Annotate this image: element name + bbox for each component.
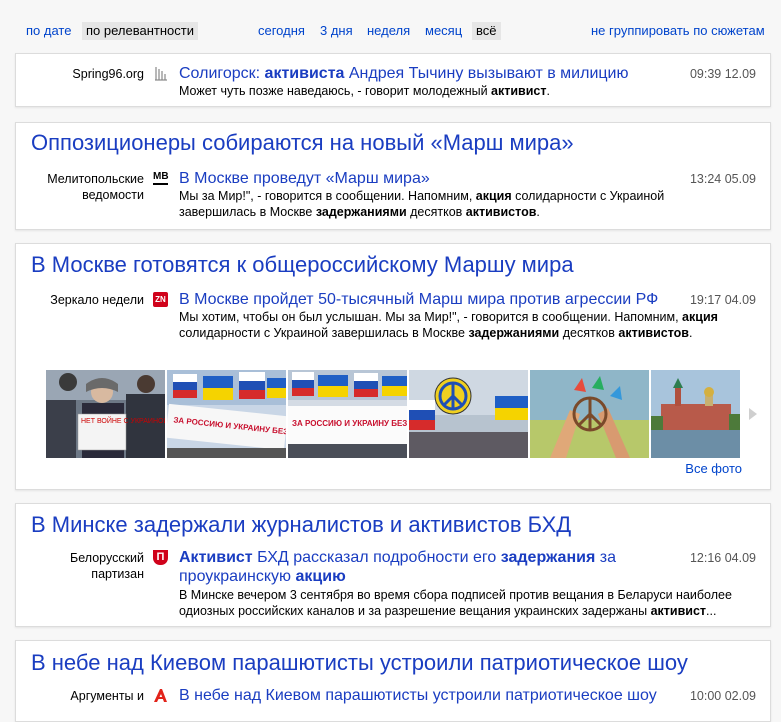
mv-logo-icon: MB (153, 171, 169, 185)
news-time: 19:17 04.09 (689, 293, 756, 307)
news-photo[interactable] (530, 370, 649, 458)
news-time: 09:39 12.09 (689, 67, 756, 81)
news-item-title[interactable]: Активист БХД рассказал подробности его з… (179, 548, 649, 586)
news-photo[interactable] (409, 370, 528, 458)
aif-logo-icon (153, 688, 168, 703)
story-headline[interactable]: В Минске задержали журналистов и активис… (31, 512, 571, 538)
news-photo[interactable]: НЕТ ВОЙНЕ С УКРАИНОЙ (46, 370, 168, 458)
story-headline[interactable]: В небе над Киевом парашютисты устроили п… (31, 650, 688, 676)
news-time: 10:00 02.09 (689, 689, 756, 703)
news-source[interactable]: Белорусский партизан (16, 550, 144, 582)
all-photos-link[interactable]: Все фото (685, 461, 742, 476)
news-time: 12:16 04.09 (689, 551, 756, 565)
period-3-days-link[interactable]: 3 дня (316, 22, 357, 40)
photo-banner-text: ЗА РОССИЮ И УКРАИНУ БЕЗ ПУТИНА! (292, 419, 407, 428)
news-snippet: Мы за Мир!", - говорится в сообщении. На… (179, 189, 665, 219)
period-today-link[interactable]: сегодня (254, 22, 309, 40)
news-snippet: Может чуть позже наведаюсь, - говорит мо… (179, 84, 550, 98)
period-all-option[interactable]: всё (472, 22, 501, 40)
news-source[interactable]: Spring96.org (16, 66, 144, 82)
news-source[interactable]: Мелитопольские ведомости (16, 171, 144, 203)
no-grouping-link[interactable]: не группировать по сюжетам (587, 22, 769, 40)
story-headline[interactable]: В Москве готовятся к общероссийскому Мар… (31, 252, 574, 278)
spring96-icon (153, 66, 168, 81)
story-card: Spring96.org Солигорск: активиста Андрея… (15, 53, 771, 107)
news-item-title[interactable]: В Москве проведут «Марш мира» (179, 169, 689, 188)
news-snippet: В Минске вечером 3 сентября во время сбо… (179, 588, 732, 618)
zn-logo-icon: ZN (153, 292, 168, 307)
news-photo[interactable]: ЗА РОССИЮ И УКРАИНУ БЕЗ ПУТИНА! (165, 370, 326, 458)
news-item-title[interactable]: В небе над Киевом парашютисты устроили п… (179, 686, 689, 705)
news-source[interactable]: Аргументы и (16, 688, 144, 704)
news-photo[interactable]: ЗА РОССИЮ И УКРАИНУ БЕЗ ПУТИНА! (288, 370, 445, 458)
news-source[interactable]: Зеркало недели (16, 292, 144, 308)
photo-strip: НЕТ ВОЙНЕ С УКРАИНОЙ ЗА РОССИЮ И УКРАИНУ… (46, 370, 740, 458)
sort-by-relevance-option[interactable]: по релевантности (82, 22, 198, 40)
story-card: Оппозиционеры собираются на новый «Марш … (15, 122, 771, 230)
news-time: 13:24 05.09 (689, 172, 756, 186)
story-card: В небе над Киевом парашютисты устроили п… (15, 640, 771, 722)
period-month-link[interactable]: месяц (421, 22, 466, 40)
news-photo[interactable] (651, 370, 740, 458)
photo-sign-text: НЕТ ВОЙНЕ С УКРАИНОЙ (81, 416, 165, 425)
sort-by-date-link[interactable]: по дате (22, 22, 75, 40)
story-card: В Москве готовятся к общероссийскому Мар… (15, 243, 771, 490)
sort-filter-bar: по дате по релевантности сегодня 3 дня н… (0, 20, 781, 42)
partizan-logo-icon: П (153, 550, 168, 565)
news-snippet: Мы хотим, чтобы он был услышан. Мы за Ми… (179, 310, 718, 340)
story-card: В Минске задержали журналистов и активис… (15, 503, 771, 627)
period-week-link[interactable]: неделя (363, 22, 414, 40)
next-photos-arrow-icon[interactable] (749, 408, 757, 420)
news-item-title[interactable]: В Москве пройдет 50-тысячный Марш мира п… (179, 290, 689, 309)
news-item-title[interactable]: Солигорск: активиста Андрея Тычину вызыв… (179, 64, 689, 83)
story-headline[interactable]: Оппозиционеры собираются на новый «Марш … (31, 130, 574, 156)
